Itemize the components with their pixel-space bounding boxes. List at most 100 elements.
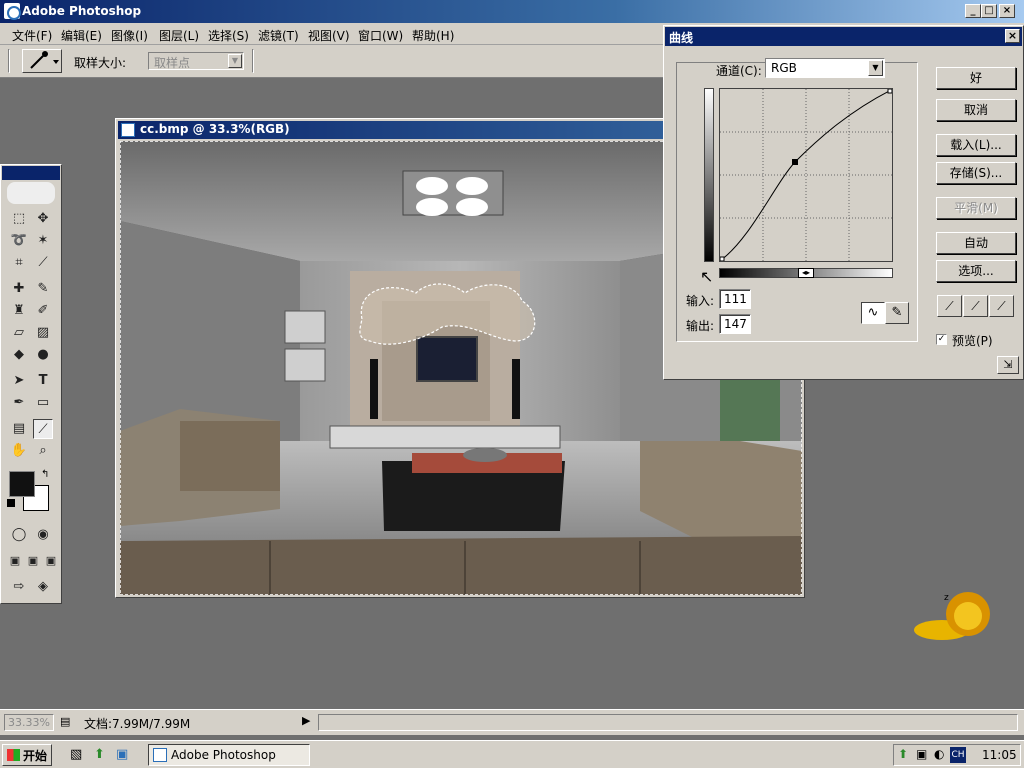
- quick-mask-icon[interactable]: ◉: [33, 525, 53, 545]
- input-field[interactable]: 111: [719, 289, 751, 309]
- expand-dialog-icon[interactable]: ⇲: [997, 356, 1019, 374]
- input-language-indicator[interactable]: CH: [950, 747, 966, 763]
- screen-mode-full-icon[interactable]: ▣: [41, 551, 61, 571]
- menu-select[interactable]: 选择(S): [208, 27, 249, 44]
- black-eyedropper-icon[interactable]: ⟋: [937, 295, 962, 317]
- cancel-button[interactable]: 取消: [936, 99, 1016, 121]
- ok-button[interactable]: 好: [936, 67, 1016, 89]
- blur-icon[interactable]: ◆: [9, 345, 29, 365]
- menu-window[interactable]: 窗口(W): [358, 27, 403, 44]
- gray-eyedropper-icon[interactable]: ⟋: [963, 295, 988, 317]
- windows-logo-icon: [7, 749, 20, 761]
- office-assistant-lion[interactable]: z: [912, 590, 992, 642]
- close-icon[interactable]: ×: [999, 4, 1015, 18]
- menu-file[interactable]: 文件(F): [12, 27, 52, 44]
- document-icon: [121, 123, 135, 137]
- options-grip: [8, 49, 10, 73]
- sample-size-label: 取样大小:: [74, 56, 127, 70]
- tool-preset-picker[interactable]: [22, 49, 62, 73]
- path-select-icon[interactable]: ➤: [9, 371, 29, 391]
- channel-select[interactable]: RGB ▼: [765, 58, 885, 78]
- load-button[interactable]: 载入(L)...: [936, 134, 1016, 156]
- channel-value: RGB: [771, 61, 797, 75]
- menu-image[interactable]: 图像(I): [111, 27, 148, 44]
- maximize-icon[interactable]: □: [981, 4, 997, 18]
- options-button[interactable]: 选项...: [936, 260, 1016, 282]
- menu-edit[interactable]: 编辑(E): [61, 27, 102, 44]
- document-size: 文档:7.99M/7.99M: [84, 717, 191, 731]
- crop-icon[interactable]: ⌗: [9, 253, 29, 273]
- auto-button[interactable]: 自动: [936, 232, 1016, 254]
- curve-plot: [719, 88, 893, 262]
- app-title-bar: Adobe Photoshop _ □ ×: [0, 0, 1024, 23]
- notes-icon[interactable]: ▤: [9, 419, 29, 439]
- smooth-button[interactable]: 平滑(M): [936, 197, 1016, 219]
- foreground-color-swatch[interactable]: [9, 471, 35, 497]
- eraser-icon[interactable]: ▱: [9, 323, 29, 343]
- magic-wand-icon[interactable]: ✶: [33, 231, 53, 251]
- imageready-icon[interactable]: ⇨: [9, 577, 29, 597]
- standard-mode-icon[interactable]: ◯: [9, 525, 29, 545]
- tray-network-icon[interactable]: ⬆: [898, 747, 908, 761]
- output-gradient-bar: [704, 88, 714, 262]
- eyedropper-tool-icon[interactable]: ⟋: [33, 419, 53, 439]
- dodge-icon[interactable]: ●: [33, 345, 53, 365]
- save-button[interactable]: 存储(S)...: [936, 162, 1016, 184]
- hand-icon[interactable]: ✋: [9, 441, 29, 461]
- preview-checkbox[interactable]: ✓: [936, 334, 947, 345]
- chevron-down-icon: ▼: [868, 60, 883, 76]
- screen-mode-standard-icon[interactable]: ▣: [5, 551, 25, 571]
- gradient-toggle-icon[interactable]: ◂▸: [798, 268, 814, 278]
- curve-tool-icon[interactable]: ∿: [861, 302, 885, 324]
- menu-filter[interactable]: 滤镜(T): [258, 27, 299, 44]
- clock: 11:05: [982, 748, 1017, 762]
- taskbar-photoshop-button[interactable]: Adobe Photoshop: [148, 744, 310, 766]
- type-icon[interactable]: T: [33, 371, 53, 391]
- marquee-icon[interactable]: ⬚: [9, 209, 29, 229]
- photoshop-task-icon: [153, 748, 167, 762]
- network-icon[interactable]: ⬆: [94, 747, 105, 762]
- minimize-icon[interactable]: _: [965, 4, 981, 18]
- white-eyedropper-icon[interactable]: ⟋: [989, 295, 1014, 317]
- tray-monitor-icon[interactable]: ▣: [916, 747, 927, 761]
- status-bar: 33.33% ▤ 文档:7.99M/7.99M ▶: [0, 709, 1024, 735]
- stamp-icon[interactable]: ♜: [9, 301, 29, 321]
- jump-icon[interactable]: ◈: [33, 577, 53, 597]
- gradient-icon[interactable]: ▨: [33, 323, 53, 343]
- output-field[interactable]: 147: [719, 314, 751, 334]
- tray-volume-icon[interactable]: ◐: [934, 747, 944, 761]
- curve-graph[interactable]: [719, 88, 893, 262]
- svg-text:z: z: [944, 593, 949, 603]
- sample-size-select[interactable]: 取样点 ▼: [148, 52, 244, 70]
- lasso-icon[interactable]: ➰: [9, 231, 29, 251]
- dialog-close-icon[interactable]: ×: [1005, 29, 1020, 43]
- show-desktop-icon[interactable]: ▣: [116, 747, 128, 762]
- toolbox-title-bar[interactable]: [2, 166, 60, 180]
- desktop-icon[interactable]: ▧: [70, 747, 82, 762]
- curves-dialog: 曲线 × 通道(C): RGB ▼ ◂▸ ↖ 输入: 111 输出: 147 ∿…: [663, 25, 1024, 380]
- document-status-icon: ▤: [60, 715, 71, 728]
- zoom-level[interactable]: 33.33%: [4, 714, 54, 731]
- menu-layer[interactable]: 图层(L): [159, 27, 199, 44]
- menu-help[interactable]: 帮助(H): [412, 27, 454, 44]
- pen-icon[interactable]: ✒: [9, 393, 29, 413]
- zoom-icon[interactable]: ⌕: [33, 441, 53, 461]
- pencil-tool-icon[interactable]: ✎: [885, 302, 909, 324]
- channel-label: 通道(C):: [716, 64, 762, 78]
- default-colors-icon[interactable]: [7, 499, 15, 507]
- history-brush-icon[interactable]: ✐: [33, 301, 53, 321]
- status-menu-arrow-icon[interactable]: ▶: [302, 714, 310, 727]
- input-label: 输入:: [686, 294, 715, 308]
- slice-icon[interactable]: ⟋: [33, 253, 53, 273]
- screen-mode-menu-icon[interactable]: ▣: [23, 551, 43, 571]
- brush-icon[interactable]: ✎: [33, 279, 53, 299]
- start-button[interactable]: 开始: [2, 744, 52, 766]
- start-label: 开始: [23, 749, 48, 763]
- move-icon[interactable]: ✥: [33, 209, 53, 229]
- adobe-online-icon[interactable]: [7, 182, 55, 204]
- shape-icon[interactable]: ▭: [33, 393, 53, 413]
- curves-dialog-title-bar: 曲线 ×: [665, 27, 1022, 46]
- swap-colors-icon[interactable]: ↰: [41, 469, 49, 480]
- healing-brush-icon[interactable]: ✚: [9, 279, 29, 299]
- menu-view[interactable]: 视图(V): [308, 27, 350, 44]
